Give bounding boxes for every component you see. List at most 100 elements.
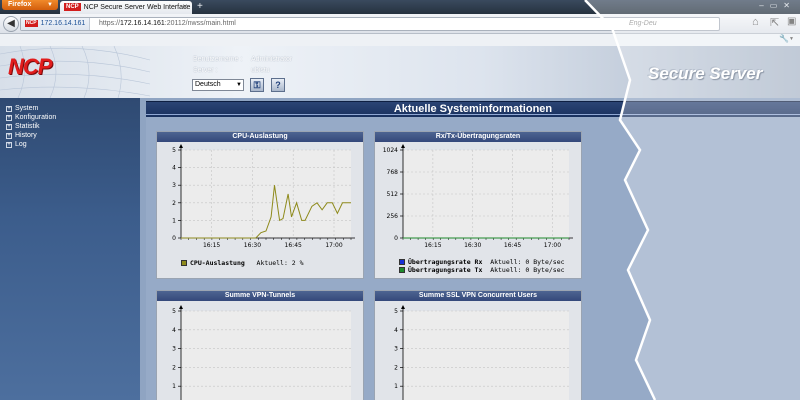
fullscreen-icon[interactable]: ⇱ bbox=[770, 16, 779, 29]
help-button[interactable]: ? bbox=[271, 78, 285, 92]
addon-bar: 🔧▼ bbox=[0, 34, 800, 46]
plot-area bbox=[181, 311, 351, 400]
rx-legend-row: Übertragungsrate Rx Aktuell: 0 Byte/sec bbox=[399, 258, 565, 266]
sidebar-item-label: System bbox=[15, 105, 39, 112]
sidebar: + System + Konfiguration + Statistik + Histo… bbox=[0, 98, 140, 400]
home-icon[interactable]: ⌂ bbox=[752, 16, 759, 28]
vpn-chart: 1 2 3 4 5 bbox=[172, 305, 351, 400]
puzzle-icon[interactable]: ▣ bbox=[787, 16, 796, 27]
expand-plus-icon: + bbox=[6, 133, 12, 139]
x-tick-label: 16:15 bbox=[424, 242, 441, 249]
x-tick-label: 17:00 bbox=[544, 242, 561, 249]
cpu-legend-name: CPU-Auslastung bbox=[190, 259, 245, 267]
browser-tab[interactable]: NCP NCP Secure Server Web Interface ✕ bbox=[60, 1, 192, 14]
rxtx-chart: 0 256 512 768 1024 16:15 16:30 16:45 17:00 bbox=[383, 144, 573, 249]
new-tab-button[interactable]: + bbox=[197, 1, 203, 13]
y-tick-label: 256 bbox=[387, 213, 399, 220]
plot-area bbox=[181, 150, 351, 238]
username-value: Administrator bbox=[251, 56, 293, 63]
firefox-menu-button[interactable]: Firefox ▼ bbox=[2, 0, 58, 10]
y-tick-label: 4 bbox=[172, 327, 176, 334]
ssl-chart: 1 2 3 4 5 bbox=[394, 305, 569, 400]
tx-legend-current: Aktuell: 0 Byte/sec bbox=[490, 266, 565, 274]
expand-plus-icon: + bbox=[6, 106, 12, 112]
tx-legend-name: Übertragungsrate Tx bbox=[408, 266, 483, 274]
y-tick-label: 1 bbox=[172, 217, 176, 224]
chevron-down-icon: ▼ bbox=[47, 2, 53, 8]
x-tick-label: 16:30 bbox=[464, 242, 481, 249]
close-window-icon[interactable]: ✕ bbox=[783, 1, 796, 10]
language-select[interactable]: Deutsch ▼ bbox=[192, 79, 244, 91]
key-icon: ⚿ bbox=[253, 80, 261, 90]
y-tick-label: 0 bbox=[394, 235, 398, 242]
rx-legend-name: Übertragungsrate Rx bbox=[408, 258, 483, 266]
y-tick-label: 1024 bbox=[383, 147, 398, 154]
expand-plus-icon: + bbox=[6, 124, 12, 130]
browser-nav-bar: ◀ NCP 172.16.14.161 https://172.16.14.161… bbox=[0, 14, 800, 34]
y-tick-label: 768 bbox=[387, 169, 399, 176]
browser-tab-bar: Firefox ▼ NCP NCP Secure Server Web Inter… bbox=[0, 0, 800, 14]
sidebar-item-log[interactable]: + Log bbox=[6, 141, 27, 149]
y-tick-label: 5 bbox=[172, 308, 176, 315]
url-path: :20112/nwss/main.html bbox=[164, 20, 236, 27]
cpu-legend-swatch bbox=[181, 260, 187, 266]
server-value: ubistu bbox=[251, 67, 270, 74]
url-bar[interactable]: NCP 172.16.14.161 https://172.16.14.161:2… bbox=[20, 17, 720, 31]
tx-legend-row: Übertragungsrate Tx Aktuell: 0 Byte/sec bbox=[399, 266, 565, 274]
title-underline bbox=[146, 114, 800, 115]
y-tick-label: 1 bbox=[394, 383, 398, 390]
url-prefix: https:// bbox=[99, 20, 121, 27]
tab-favicon-icon: NCP bbox=[64, 3, 81, 11]
window-controls[interactable]: –▭✕ bbox=[759, 1, 796, 10]
y-tick-label: 2 bbox=[394, 364, 398, 371]
y-axis-arrow bbox=[401, 305, 405, 309]
url-host: 172.16.14.161 bbox=[120, 20, 165, 27]
sidebar-item-system[interactable]: + System bbox=[6, 105, 38, 113]
site-favicon-icon: NCP bbox=[25, 20, 38, 27]
y-tick-label: 3 bbox=[394, 346, 398, 353]
cpu-legend-row: CPU-Auslastung Aktuell: 2 % bbox=[181, 259, 304, 267]
sidebar-item-konfiguration[interactable]: + Konfiguration bbox=[6, 114, 56, 122]
tx-legend-swatch bbox=[399, 267, 405, 273]
expand-plus-icon: + bbox=[6, 142, 12, 148]
sidebar-item-label: History bbox=[15, 132, 37, 139]
ssl-panel: Summe SSL VPN Concurrent Users 1 2 3 4 5 bbox=[374, 290, 582, 400]
rx-legend-swatch bbox=[399, 259, 405, 265]
rxtx-panel-title: Rx/Tx-Übertragungsraten bbox=[375, 132, 581, 142]
sidebar-item-label: Statistik bbox=[15, 123, 40, 130]
firefox-menu-label: Firefox bbox=[8, 1, 32, 8]
y-tick-label: 1 bbox=[172, 383, 176, 390]
main-inner: Aktuelle Systeminformationen CPU-Auslast… bbox=[146, 101, 800, 400]
cpu-panel-title: CPU-Auslastung bbox=[157, 132, 363, 142]
y-tick-label: 5 bbox=[172, 147, 176, 154]
wrench-icon[interactable]: 🔧▼ bbox=[779, 34, 794, 43]
ssl-panel-title: Summe SSL VPN Concurrent Users bbox=[375, 291, 581, 301]
y-tick-label: 3 bbox=[172, 346, 176, 353]
username-label: Benutzername : bbox=[193, 56, 243, 63]
url-bar-right-text: Eng-Deu bbox=[629, 20, 657, 27]
sidebar-item-label: Konfiguration bbox=[15, 114, 57, 121]
vpn-panel: Summe VPN-Tunnels 1 2 3 4 5 bbox=[156, 290, 364, 400]
x-tick-label: 16:30 bbox=[244, 242, 261, 249]
y-tick-label: 3 bbox=[172, 182, 176, 189]
tab-title: NCP Secure Server Web Interface bbox=[83, 4, 191, 11]
help-icon: ? bbox=[275, 80, 281, 90]
y-tick-label: 4 bbox=[394, 327, 398, 334]
back-arrow-icon[interactable]: ◀ bbox=[3, 16, 19, 32]
vpn-panel-title: Summe VPN-Tunnels bbox=[157, 291, 363, 301]
site-identity-button[interactable]: NCP 172.16.14.161 bbox=[21, 18, 91, 30]
maximize-icon[interactable]: ▭ bbox=[770, 1, 784, 10]
cpu-chart: 0 1 2 3 4 5 16:15 16:30 16:45 17:00 bbox=[172, 144, 355, 249]
minimize-icon[interactable]: – bbox=[759, 1, 769, 10]
y-tick-label: 512 bbox=[387, 191, 399, 198]
sidebar-item-history[interactable]: + History bbox=[6, 132, 37, 140]
close-tab-icon[interactable]: ✕ bbox=[182, 1, 188, 14]
y-tick-label: 2 bbox=[172, 364, 176, 371]
logout-button[interactable]: ⚿ bbox=[250, 78, 264, 92]
cpu-legend-current: Aktuell: 2 % bbox=[256, 259, 304, 267]
url-text[interactable]: https://172.16.14.161:20112/nwss/main.ht… bbox=[99, 18, 236, 30]
y-tick-label: 2 bbox=[172, 200, 176, 207]
brand-title: Secure Server bbox=[648, 64, 763, 83]
sidebar-item-statistik[interactable]: + Statistik bbox=[6, 123, 40, 131]
y-tick-label: 0 bbox=[172, 235, 176, 242]
